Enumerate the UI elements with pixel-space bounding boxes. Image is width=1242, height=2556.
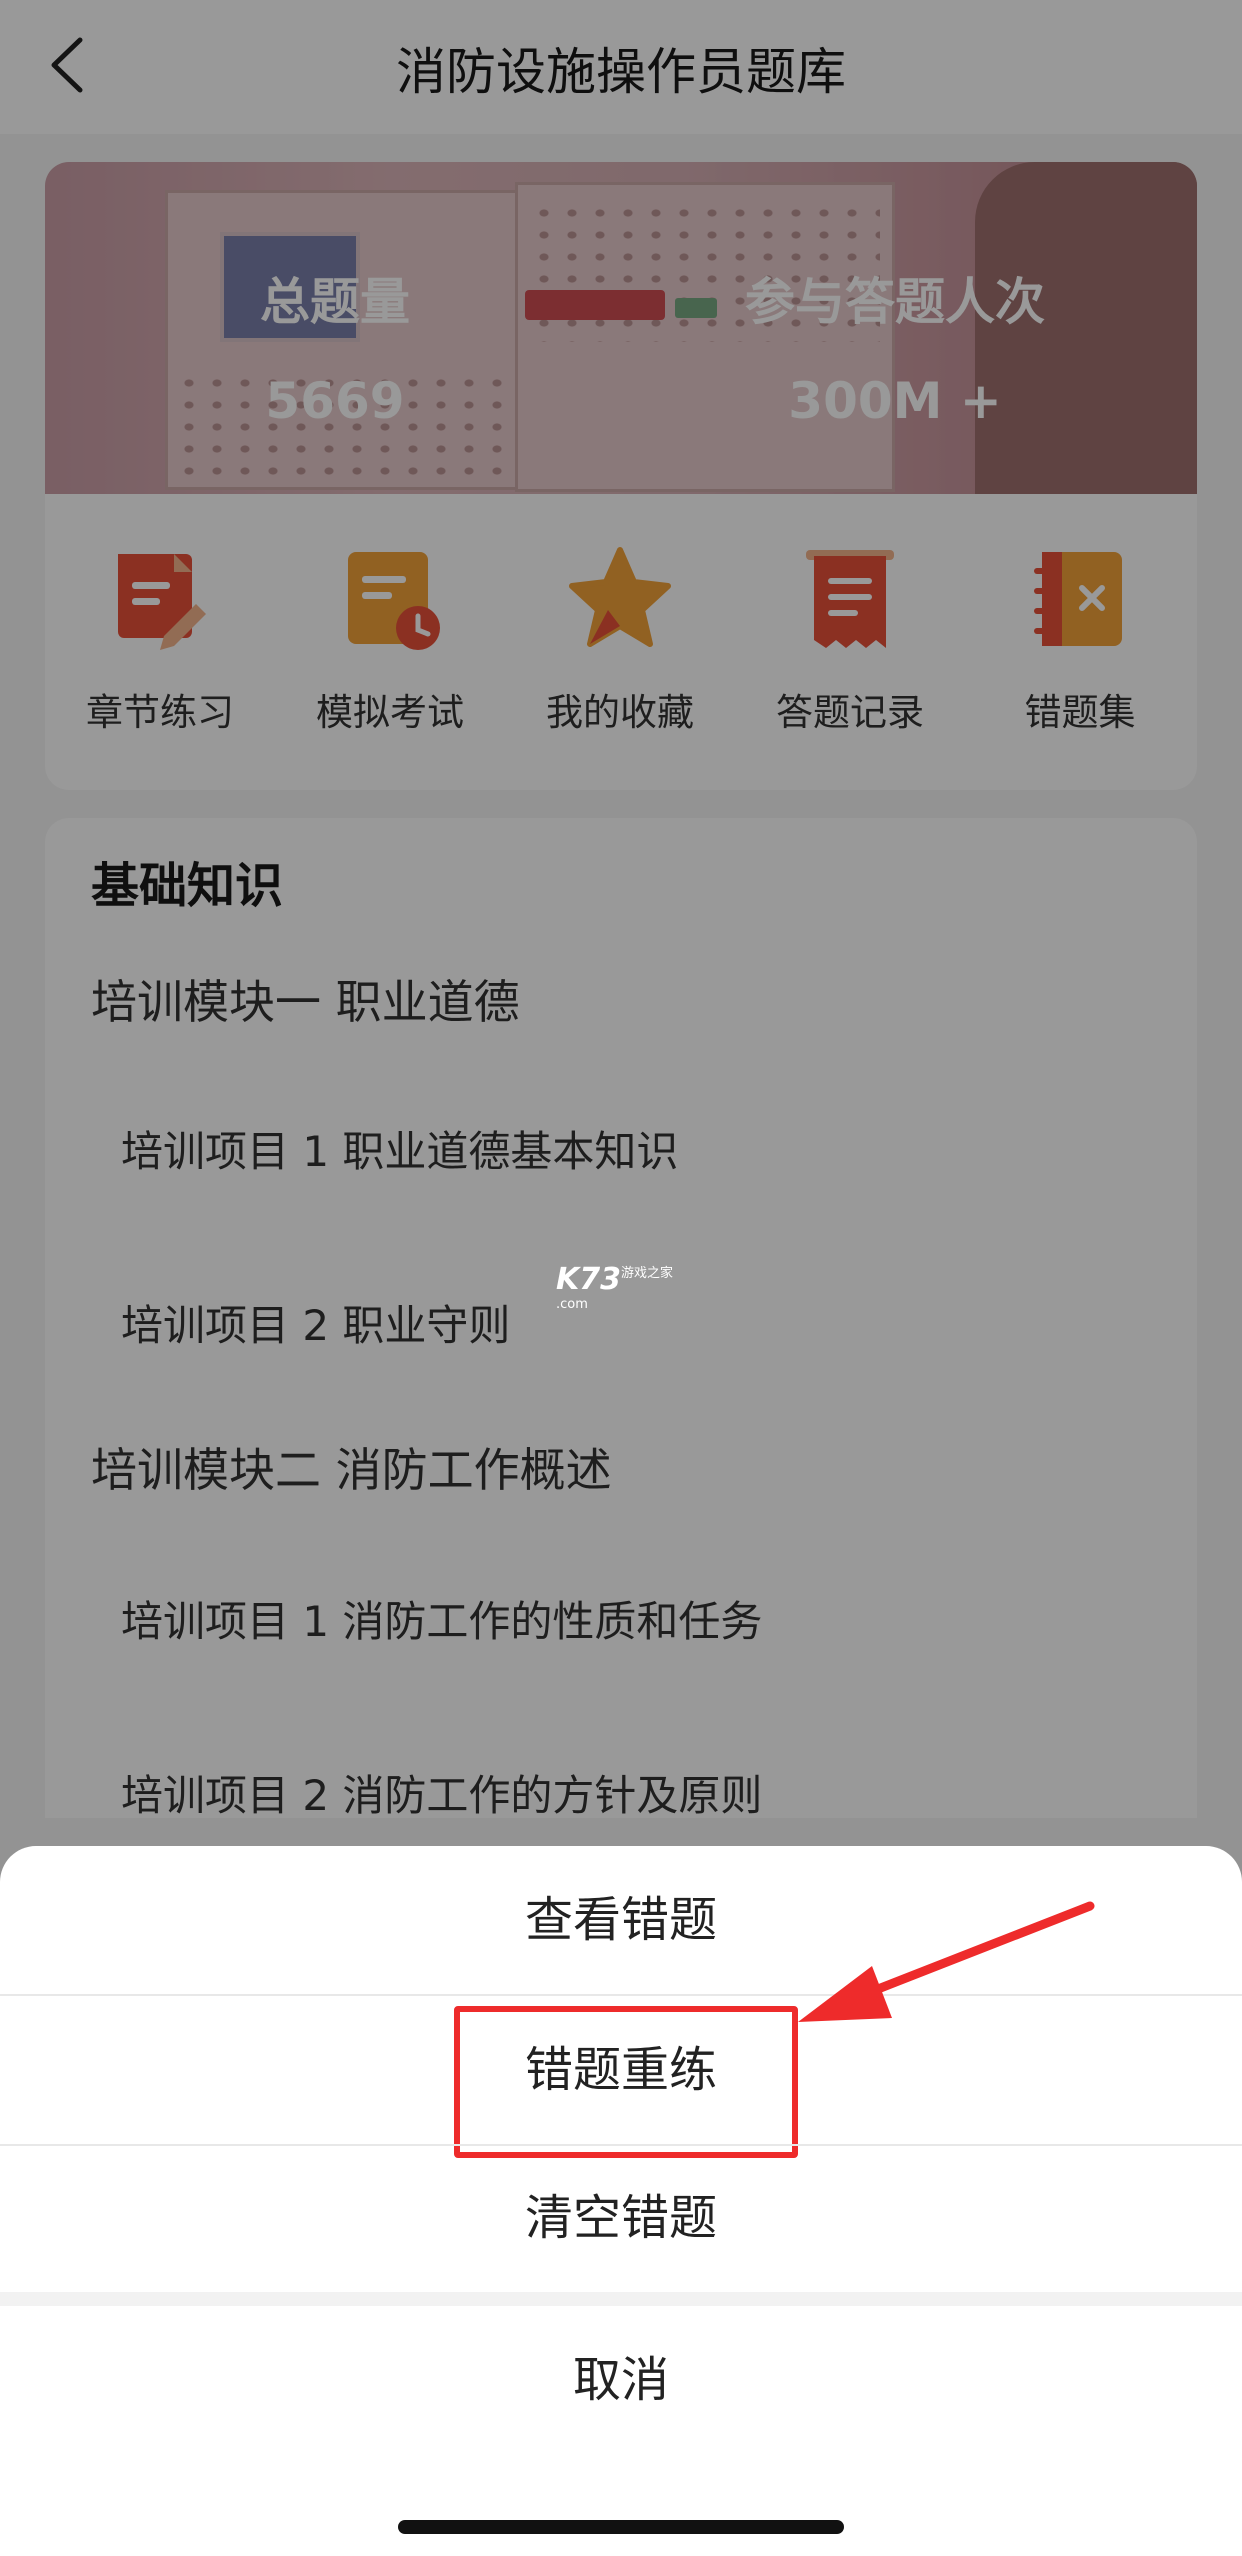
watermark-domain: .com (556, 1297, 588, 1312)
watermark: K73游戏之家 .com (556, 1262, 673, 1332)
sheet-gap (0, 2292, 1242, 2306)
watermark-brand: K73 (556, 1262, 621, 1297)
home-indicator (398, 2520, 844, 2534)
cancel-button[interactable]: 取消 (0, 2306, 1242, 2454)
clear-wrong-button[interactable]: 清空错题 (0, 2144, 1242, 2292)
red-arrow-icon (798, 1901, 1095, 2022)
highlight-box (454, 2006, 798, 2158)
watermark-sub: 游戏之家 (621, 1266, 674, 1281)
